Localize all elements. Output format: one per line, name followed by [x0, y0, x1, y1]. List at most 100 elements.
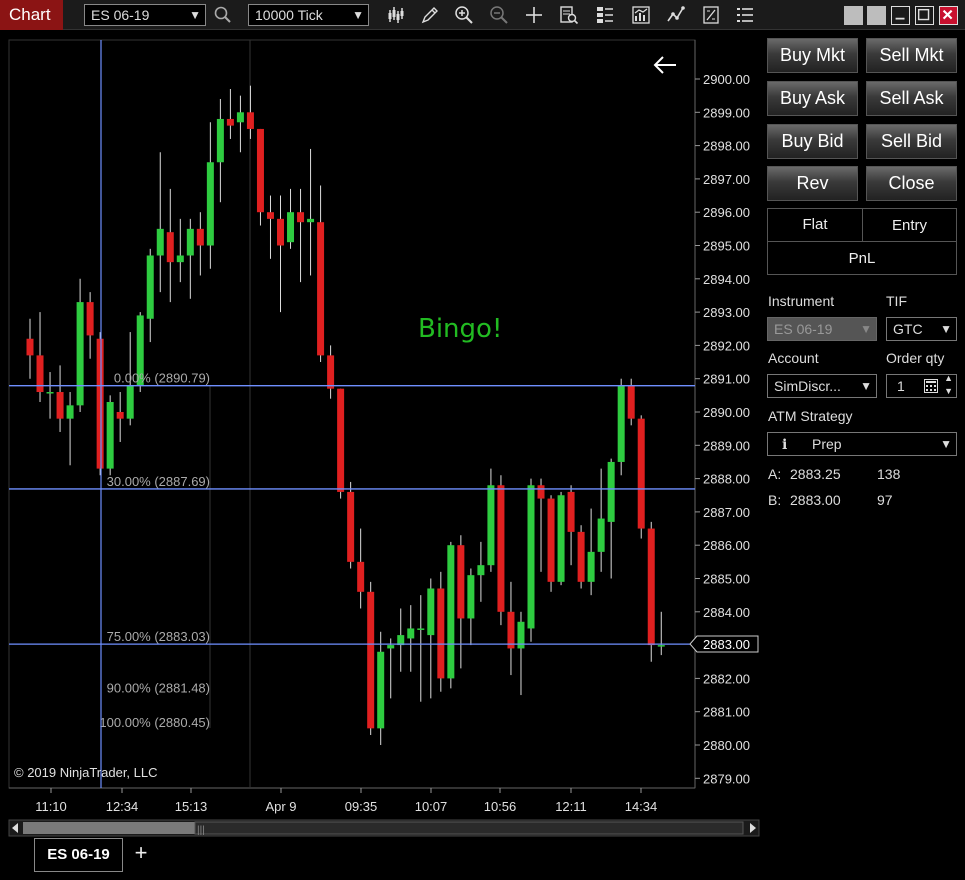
- candle-body: [76, 302, 84, 406]
- candle-body: [256, 128, 264, 213]
- tile-button-2[interactable]: [867, 6, 886, 25]
- bar-type-icon[interactable]: [385, 4, 407, 26]
- candle-body: [277, 218, 284, 246]
- candle-body: [297, 212, 305, 223]
- candle-body: [266, 212, 274, 219]
- candle-body: [447, 545, 455, 679]
- sell-bid-button[interactable]: Sell Bid: [866, 124, 957, 159]
- tile-button[interactable]: [844, 6, 863, 25]
- buy-ask-button[interactable]: Buy Ask: [767, 81, 858, 116]
- sell-market-button[interactable]: Sell Mkt: [866, 38, 957, 73]
- strategies-icon[interactable]: [665, 4, 687, 26]
- candle: [367, 581, 375, 736]
- candle-body: [387, 645, 395, 649]
- candle: [337, 388, 345, 499]
- candle-body: [587, 551, 595, 582]
- bid-label: B:: [768, 492, 782, 508]
- candle-body: [156, 228, 164, 256]
- atm-strategy-label: ATM Strategy: [768, 408, 853, 424]
- interval-selector[interactable]: 10000 Tick ▼: [248, 4, 369, 26]
- price-tick-label: 2879.00: [703, 771, 750, 786]
- candle: [617, 378, 625, 476]
- candle-body: [367, 591, 375, 729]
- time-tick-label: Apr 9: [265, 799, 296, 814]
- candle-body: [236, 112, 244, 123]
- chart-trader-icon[interactable]: [594, 4, 616, 26]
- candle-body: [226, 118, 234, 126]
- atm-strategy-select[interactable]: i Prep ▼: [767, 432, 957, 456]
- horizontal-scrollbar[interactable]: |||: [8, 819, 760, 837]
- order-qty-stepper[interactable]: 1 ▲ ▼: [886, 372, 957, 398]
- menu-list-icon[interactable]: [734, 4, 756, 26]
- maximize-icon[interactable]: [915, 6, 934, 25]
- tif-select[interactable]: GTC ▼: [886, 317, 957, 341]
- account-label: Account: [768, 350, 819, 366]
- buy-market-button[interactable]: Buy Mkt: [767, 38, 858, 73]
- price-tick-label: 2890.00: [703, 405, 750, 420]
- price-tick-label: 2882.00: [703, 671, 750, 686]
- candle-body: [567, 491, 575, 532]
- order-qty-value: 1: [897, 378, 905, 394]
- calculator-icon[interactable]: [924, 379, 938, 393]
- stepper-arrows-icon[interactable]: ▲ ▼: [944, 372, 953, 398]
- buy-bid-button[interactable]: Buy Bid: [767, 124, 858, 159]
- candle-body: [527, 485, 535, 629]
- candle-body: [487, 485, 495, 566]
- zoom-out-icon[interactable]: [488, 4, 510, 26]
- zoom-in-icon[interactable]: [453, 4, 475, 26]
- instrument-label: Instrument: [768, 293, 835, 309]
- candle-body: [146, 255, 154, 319]
- candle-body: [56, 392, 64, 419]
- price-chart[interactable]: 0.00% (2890.79) 30.00% (2887.69) 75.00% (2…: [0, 30, 762, 840]
- search-icon[interactable]: [212, 4, 234, 26]
- candle-body: [417, 628, 425, 630]
- candle-body: [176, 255, 184, 263]
- svg-text:|||: |||: [197, 825, 205, 836]
- candle-body: [427, 588, 435, 636]
- candle-body: [437, 588, 445, 679]
- sell-ask-button[interactable]: Sell Ask: [866, 81, 957, 116]
- price-tick-label: 2889.00: [703, 438, 750, 453]
- close-icon[interactable]: [939, 6, 958, 25]
- candle-body: [607, 461, 615, 522]
- candle: [256, 128, 264, 226]
- price-tick-label: 2892.00: [703, 338, 750, 353]
- chevron-down-icon: ▼: [940, 437, 952, 451]
- minimize-icon[interactable]: [891, 6, 910, 25]
- scrollbar-thumb[interactable]: [194, 821, 744, 835]
- candle-body: [327, 355, 335, 389]
- candle: [437, 571, 445, 692]
- indicators-icon[interactable]: [630, 4, 652, 26]
- chart-annotation-text[interactable]: Bingo!: [418, 314, 502, 344]
- price-tick-label: 2891.00: [703, 372, 750, 387]
- instrument-field[interactable]: ES 06-19 ▼: [767, 317, 877, 341]
- candle-body: [507, 611, 515, 649]
- candle-body: [186, 228, 194, 256]
- info-icon[interactable]: i: [782, 437, 787, 453]
- properties-icon[interactable]: [700, 4, 722, 26]
- candle-body: [66, 405, 74, 419]
- candle-body: [657, 645, 665, 647]
- candle-body: [46, 392, 54, 394]
- instrument-selector[interactable]: ES 06-19 ▼: [84, 4, 206, 26]
- candle-body: [647, 528, 655, 646]
- atm-strategy-value: Prep: [812, 436, 842, 452]
- bid-price: 2883.00: [790, 492, 841, 508]
- account-select[interactable]: SimDiscr... ▼: [767, 374, 877, 398]
- pencil-icon[interactable]: [419, 4, 441, 26]
- position-entry-cell: Entry: [862, 208, 957, 242]
- add-tab-button[interactable]: +: [127, 840, 155, 868]
- crosshair-icon[interactable]: [523, 4, 545, 26]
- candle-body: [106, 402, 114, 469]
- tab-es-06-19[interactable]: ES 06-19: [34, 838, 123, 872]
- fib-level-label: 100.00% (2880.45): [99, 715, 210, 730]
- reverse-button[interactable]: Rev: [767, 166, 858, 201]
- fib-level-label: 90.00% (2881.48): [107, 681, 210, 696]
- price-tick-label: 2899.00: [703, 105, 750, 120]
- candle-body: [307, 218, 315, 223]
- close-position-button[interactable]: Close: [866, 166, 957, 201]
- interval-selector-value: 10000 Tick: [255, 7, 323, 23]
- data-box-icon[interactable]: [558, 4, 580, 26]
- price-tick-label: 2897.00: [703, 172, 750, 187]
- candle-body: [357, 561, 365, 592]
